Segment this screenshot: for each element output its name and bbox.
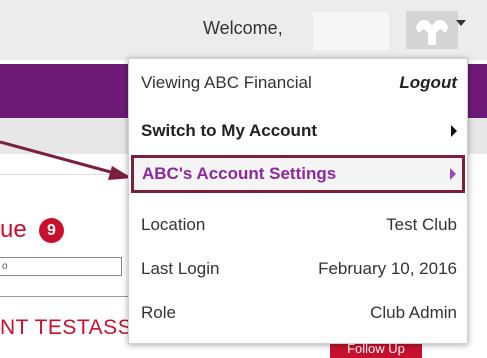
viewing-account-label: Viewing ABC Financial	[141, 73, 312, 92]
muscle-arm-icon	[416, 19, 448, 45]
menu-item-account-settings[interactable]: ABC's Account Settings	[131, 155, 465, 193]
chevron-down-icon[interactable]	[456, 20, 466, 26]
menu-item-viewing: Viewing ABC Financial Logout	[129, 63, 467, 103]
location-label: Location	[141, 215, 206, 234]
account-settings-label: ABC's Account Settings	[142, 164, 337, 183]
member-list-text[interactable]: NT TESTASS	[0, 316, 132, 340]
location-value: Test Club	[386, 215, 457, 234]
last-login-label: Last Login	[141, 259, 220, 278]
menu-row-role: Role Club Admin	[129, 293, 467, 333]
background-input[interactable]: o	[0, 257, 122, 276]
account-dropdown-menu: Viewing ABC Financial Logout Switch to M…	[128, 58, 468, 344]
welcome-text: Welcome,	[203, 18, 283, 38]
role-label: Role	[141, 303, 176, 322]
last-login-value: February 10, 2016	[318, 259, 457, 278]
role-value: Club Admin	[370, 303, 457, 322]
top-header-bar: Welcome,	[0, 0, 487, 60]
logout-link[interactable]: Logout	[399, 73, 457, 93]
chevron-right-icon	[450, 168, 456, 180]
divider	[0, 296, 130, 297]
menu-row-last-login: Last Login February 10, 2016	[129, 249, 467, 289]
annotation-arrow-icon	[0, 140, 132, 180]
user-avatar[interactable]	[406, 11, 458, 49]
switch-account-label: Switch to My Account	[141, 121, 317, 140]
issue-count-badge: 9	[39, 218, 64, 243]
chevron-right-icon	[451, 125, 457, 137]
issue-heading: ue	[0, 216, 27, 243]
menu-item-switch-account[interactable]: Switch to My Account	[129, 111, 467, 151]
menu-row-location: Location Test Club	[129, 205, 467, 245]
user-name-redacted	[313, 12, 389, 50]
